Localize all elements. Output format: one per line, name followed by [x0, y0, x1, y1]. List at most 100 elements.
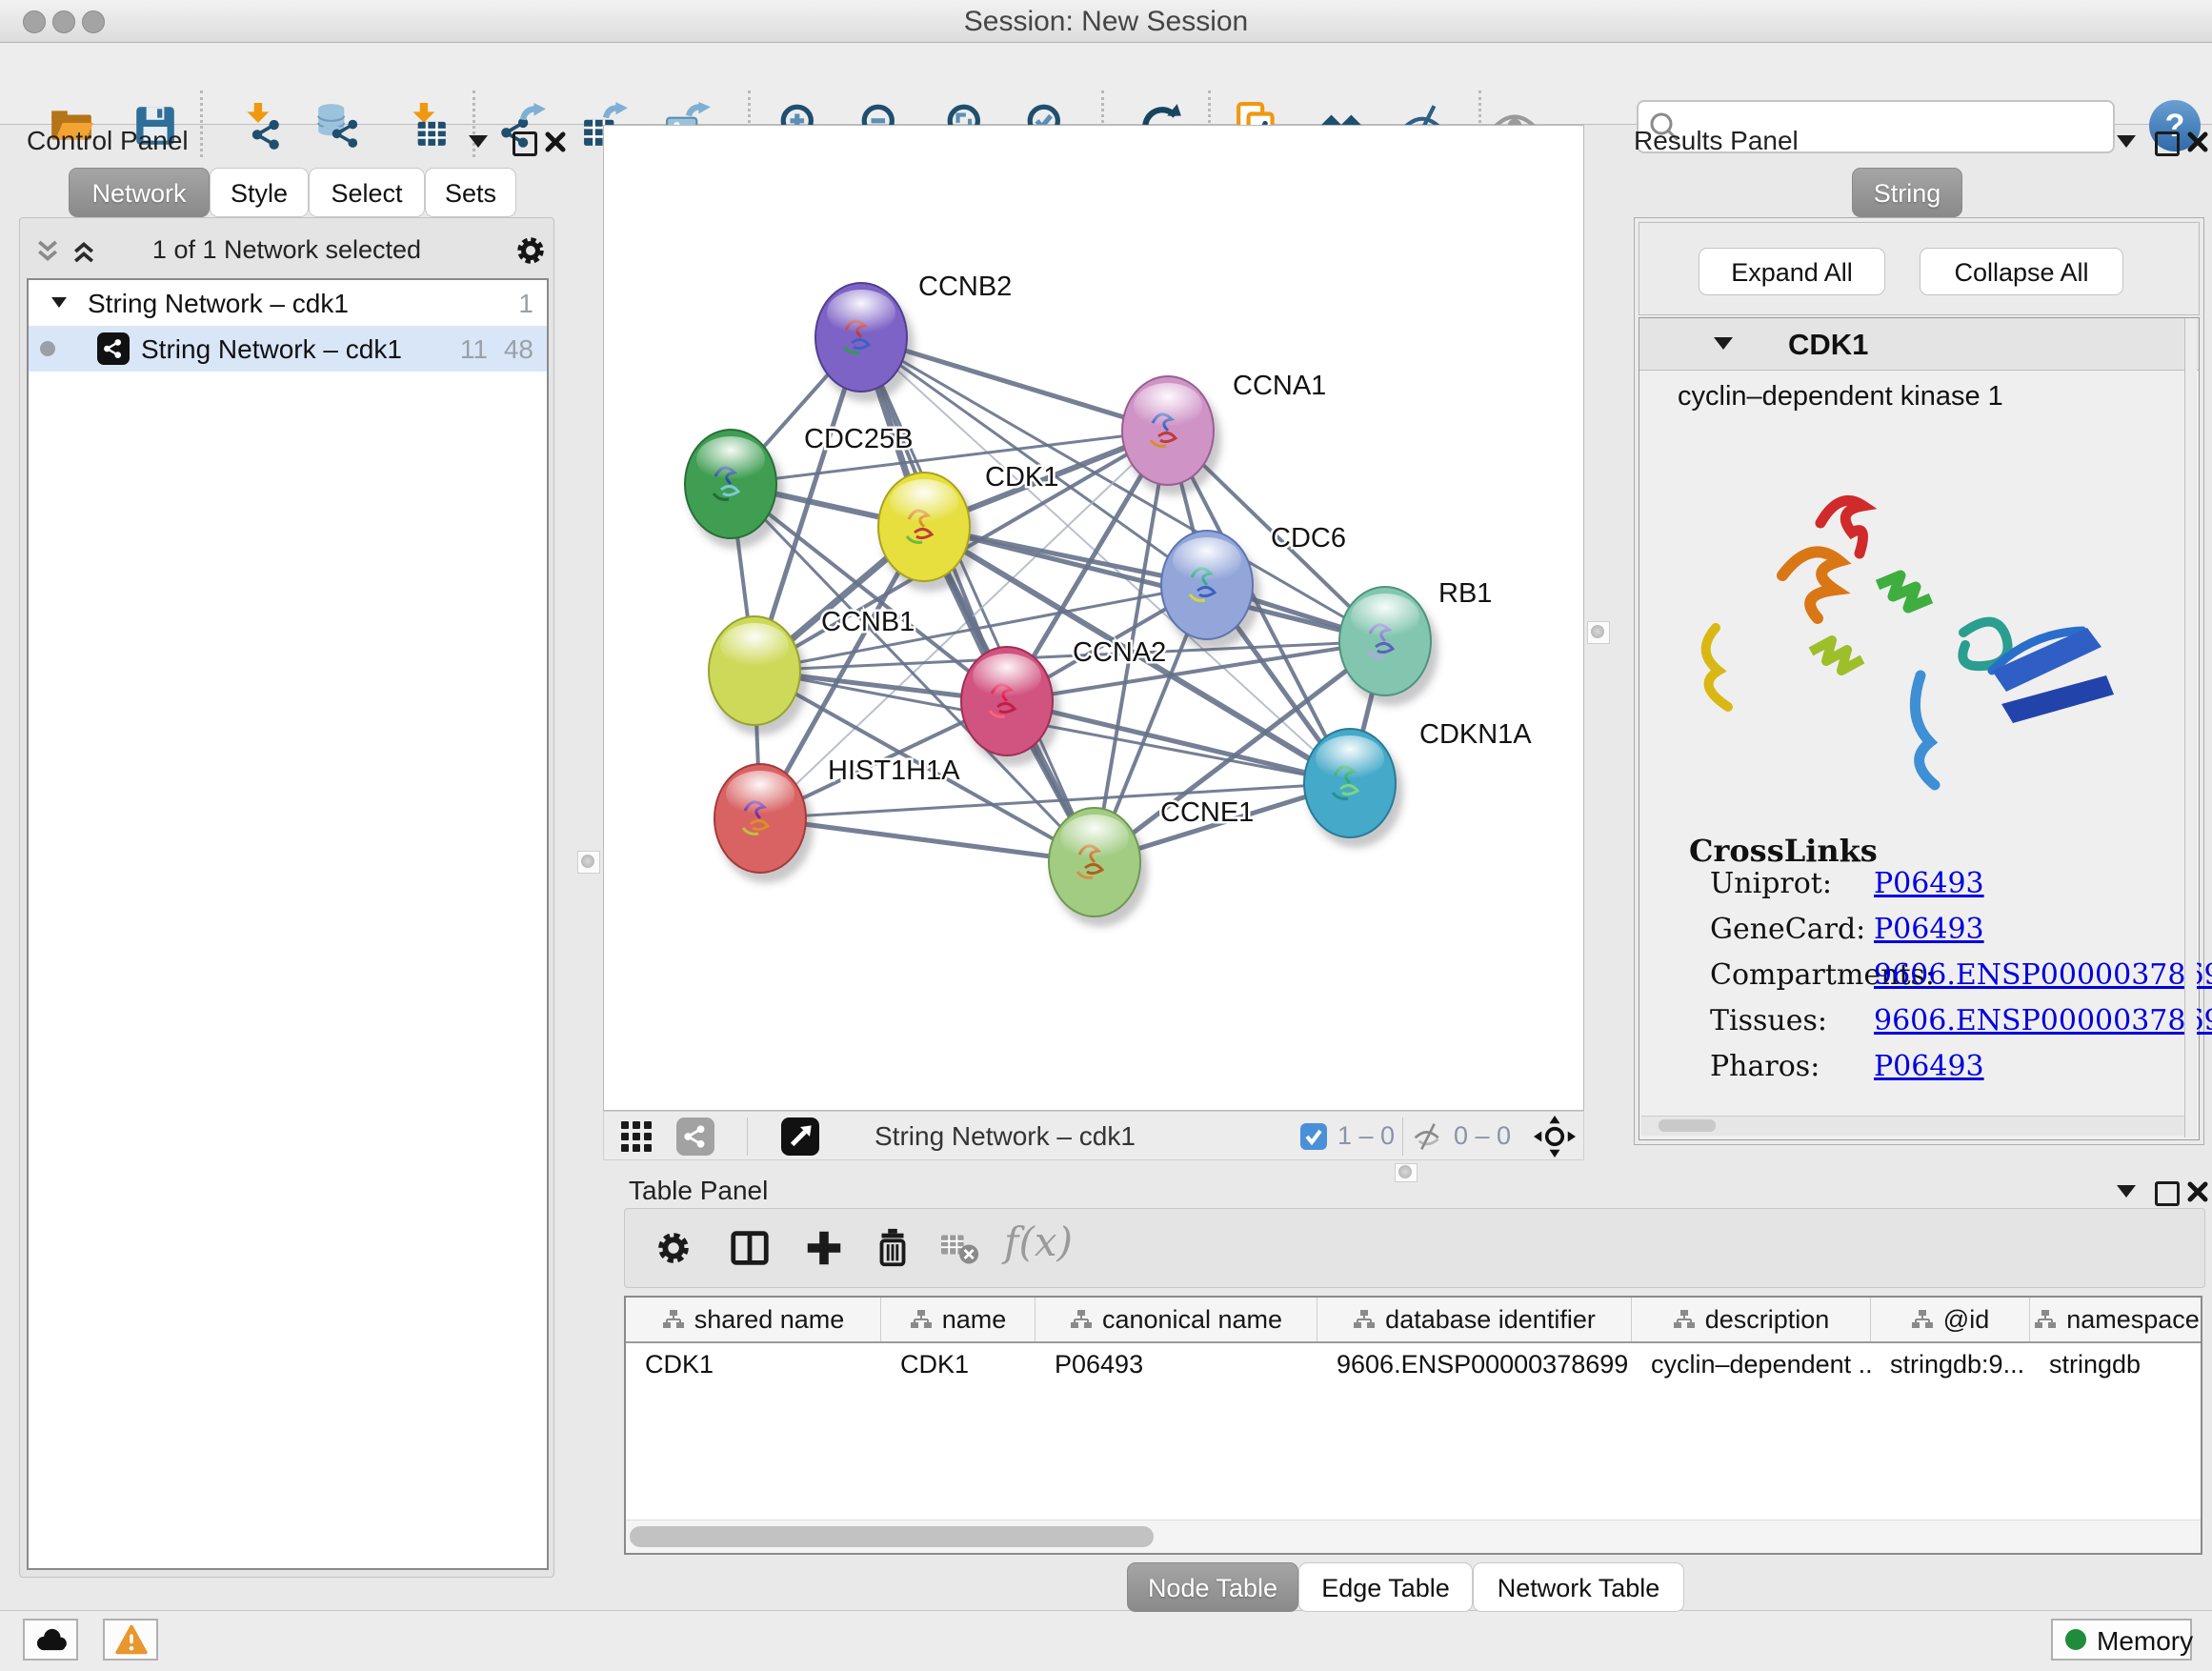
tab-string[interactable]: String	[1852, 168, 1962, 217]
crosslink-label: GeneCard:	[1710, 913, 1865, 946]
column-tree-icon	[662, 1309, 685, 1330]
results-vertical-scrollbar[interactable]	[2184, 318, 2197, 1137]
crosslink-link[interactable]: P06493	[1874, 913, 1984, 946]
tab-network-table[interactable]: Network Table	[1473, 1562, 1684, 1612]
node-CCNA2[interactable]	[961, 647, 1060, 766]
results-panel-close-icon[interactable]	[2187, 131, 2208, 152]
table-cell: cyclin–dependent ...	[1632, 1343, 1871, 1385]
import-network-database-icon[interactable]	[314, 102, 362, 150]
tab-sets[interactable]: Sets	[425, 168, 516, 217]
toolbar-separator	[1402, 1117, 1403, 1156]
column-header--id[interactable]: @id	[1871, 1298, 2030, 1341]
right-splitter-handle[interactable]	[1587, 621, 1610, 644]
table-horizontal-scrollbar	[626, 1520, 2201, 1553]
results-horizontal-scrollbar[interactable]	[1641, 1116, 2184, 1136]
network-options-gear-icon[interactable]	[512, 232, 550, 270]
node-CCNE1[interactable]	[1049, 808, 1148, 927]
application-window: Session: New Session	[0, 0, 2212, 1671]
table-panel-close-icon[interactable]	[2187, 1181, 2208, 1202]
node-CDC6[interactable]	[1161, 531, 1260, 650]
crosslink-link[interactable]: 9606.ENSP00000378699	[1874, 1004, 2212, 1037]
tab-style[interactable]: Style	[210, 168, 309, 217]
hidden-eye-icon[interactable]	[1412, 1121, 1444, 1152]
tab-network[interactable]: Network	[69, 168, 210, 217]
tab-select[interactable]: Select	[309, 168, 425, 217]
crosslink-link[interactable]: P06493	[1874, 867, 1984, 900]
node-label-CDC25B: CDC25B	[804, 424, 913, 454]
column-header-shared-name[interactable]: shared name	[626, 1298, 881, 1341]
left-splitter-handle[interactable]	[577, 851, 600, 874]
gene-description: cyclin–dependent kinase 1	[1678, 381, 2003, 413]
control-panel-float-icon[interactable]	[513, 131, 537, 156]
collection-expand-caret-icon[interactable]	[51, 297, 67, 308]
delete-table-icon[interactable]	[939, 1230, 981, 1268]
birds-eye-view-icon[interactable]	[781, 1117, 819, 1156]
status-bar: Memory	[0, 1610, 2212, 1671]
network-collection-row[interactable]: String Network – cdk1 1	[29, 280, 547, 326]
column-header-name[interactable]: name	[881, 1298, 1036, 1341]
network-edge-count: 48	[504, 334, 533, 365]
warnings-button[interactable]	[103, 1619, 158, 1661]
column-header-description[interactable]: description	[1632, 1298, 1871, 1341]
table-options-gear-icon[interactable]	[652, 1226, 695, 1270]
table-row[interactable]: CDK1CDK1P064939606.ENSP00000378699cyclin…	[626, 1343, 2201, 1385]
show-columns-icon[interactable]	[728, 1226, 772, 1270]
crosslink-link[interactable]: 9606.ENSP00000378699	[1874, 958, 2212, 992]
column-header-canonical-name[interactable]: canonical name	[1036, 1298, 1317, 1341]
node-CDK1[interactable]	[878, 473, 977, 592]
tab-edge-table[interactable]: Edge Table	[1298, 1562, 1473, 1612]
node-CCNB2[interactable]	[815, 283, 915, 402]
import-table-file-icon[interactable]	[402, 102, 450, 150]
table-panel-menu-caret-icon[interactable]	[2117, 1185, 2136, 1198]
column-header-namespace[interactable]: namespace	[2030, 1298, 2202, 1341]
expand-all-button[interactable]: Expand All	[1699, 248, 1885, 295]
node-CDC25B[interactable]	[685, 430, 784, 549]
results-panel-menu-caret-icon[interactable]	[2117, 135, 2136, 148]
grid-view-icon[interactable]	[619, 1119, 654, 1154]
tab-node-table[interactable]: Node Table	[1127, 1562, 1298, 1612]
column-header-database-identifier[interactable]: database identifier	[1317, 1298, 1632, 1341]
import-network-file-icon[interactable]	[236, 102, 284, 150]
section-expand-caret-icon[interactable]	[1714, 337, 1733, 350]
memory-button[interactable]: Memory	[2051, 1619, 2192, 1661]
node-label-CCNB1: CCNB1	[821, 607, 915, 637]
column-header-label: description	[1705, 1305, 1830, 1335]
node-label-CDC6: CDC6	[1271, 523, 1346, 554]
network-view-title: String Network – cdk1	[875, 1121, 1136, 1152]
node-CCNA1[interactable]	[1122, 376, 1221, 495]
results-panel-float-icon[interactable]	[2155, 131, 2180, 156]
node-label-HIST1H1A: HIST1H1A	[828, 755, 960, 786]
add-column-icon[interactable]	[802, 1226, 846, 1270]
node-details-section: CDK1 cyclin–dependent kinase 1 CrossLink…	[1639, 317, 2200, 1140]
network-canvas[interactable]: CCNB2CCNA1CDC25BCDK1CDC6RB1CCNB1CCNA2CDK…	[603, 125, 1584, 1111]
column-tree-icon	[1911, 1309, 1934, 1330]
cloud-icon	[33, 1626, 70, 1653]
network-selection-status: 1 of 1 Network selected	[20, 235, 553, 265]
string-app-icon	[97, 332, 130, 365]
column-tree-icon	[2034, 1309, 2057, 1330]
pan-crosshair-icon[interactable]	[1534, 1116, 1576, 1158]
cloud-button[interactable]	[23, 1619, 78, 1661]
network-share-icon[interactable]	[676, 1117, 714, 1156]
table-scrollbar-thumb[interactable]	[630, 1526, 1154, 1547]
network-row-selected[interactable]: String Network – cdk1 11 48	[29, 326, 547, 372]
crosslink-label: Pharos:	[1710, 1050, 1820, 1083]
node-details-header[interactable]: CDK1	[1639, 318, 2199, 371]
control-panel-menu-caret-icon[interactable]	[469, 135, 488, 148]
collection-count: 1	[518, 289, 533, 319]
node-RB1[interactable]	[1339, 587, 1438, 706]
bottom-splitter-handle[interactable]	[1395, 1163, 1418, 1182]
crosslink-label: Uniprot:	[1710, 867, 1832, 900]
delete-column-icon[interactable]	[871, 1226, 915, 1270]
results-buttons-bar: Expand All Collapse All	[1639, 222, 2200, 315]
selected-checkbox-icon[interactable]	[1299, 1122, 1328, 1151]
table-panel-float-icon[interactable]	[2155, 1181, 2180, 1206]
crosslink-link[interactable]: P06493	[1874, 1050, 1984, 1083]
node-label-RB1: RB1	[1438, 578, 1492, 609]
node-CDKN1A[interactable]	[1304, 729, 1403, 848]
table-panel-title: Table Panel	[629, 1176, 768, 1206]
control-panel-close-icon[interactable]	[545, 131, 566, 152]
network-node-count: 11	[460, 334, 488, 365]
column-tree-icon	[1353, 1309, 1376, 1330]
collapse-all-button[interactable]: Collapse All	[1920, 248, 2123, 295]
